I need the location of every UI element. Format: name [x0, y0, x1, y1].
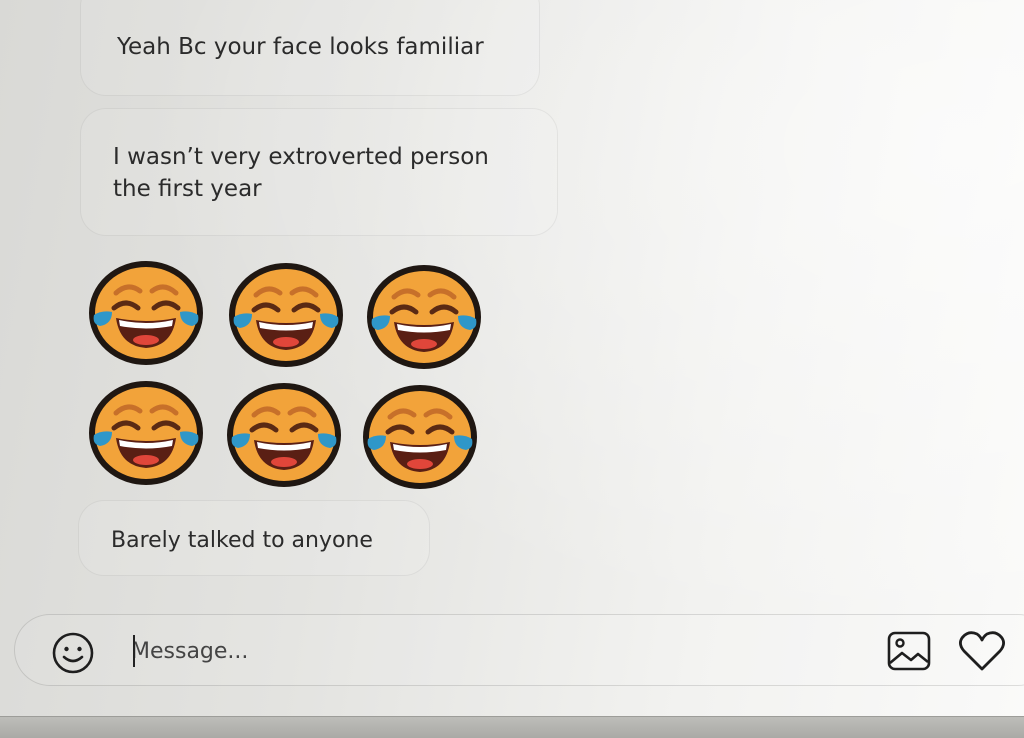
image-icon[interactable] — [885, 629, 933, 673]
message-text: Yeah Bc your face looks familiar — [117, 34, 484, 60]
message-text: I wasn’t very extroverted person — [113, 144, 489, 170]
message-text: the first year — [113, 176, 262, 202]
screen-bezel — [0, 716, 1024, 738]
face-with-tears-of-joy-icon — [88, 260, 204, 366]
smiley-icon[interactable] — [51, 631, 95, 675]
message-thread: Yeah Bc your face looks familiar I wasn’… — [0, 0, 1024, 600]
message-bubble: Barely talked to anyone — [78, 500, 430, 576]
message-text: Barely talked to anyone — [111, 528, 373, 553]
face-with-tears-of-joy-icon — [228, 262, 344, 368]
message-composer — [14, 614, 1024, 686]
message-bubble: Yeah Bc your face looks familiar — [80, 0, 540, 96]
emoji-message — [88, 260, 488, 490]
face-with-tears-of-joy-icon — [362, 384, 478, 490]
text-caret — [133, 635, 135, 667]
face-with-tears-of-joy-icon — [226, 382, 342, 488]
face-with-tears-of-joy-icon — [366, 264, 482, 370]
heart-icon[interactable] — [957, 629, 1007, 673]
message-input[interactable] — [131, 633, 831, 669]
face-with-tears-of-joy-icon — [88, 380, 204, 486]
message-bubble: I wasn’t very extroverted person the fir… — [80, 108, 558, 236]
